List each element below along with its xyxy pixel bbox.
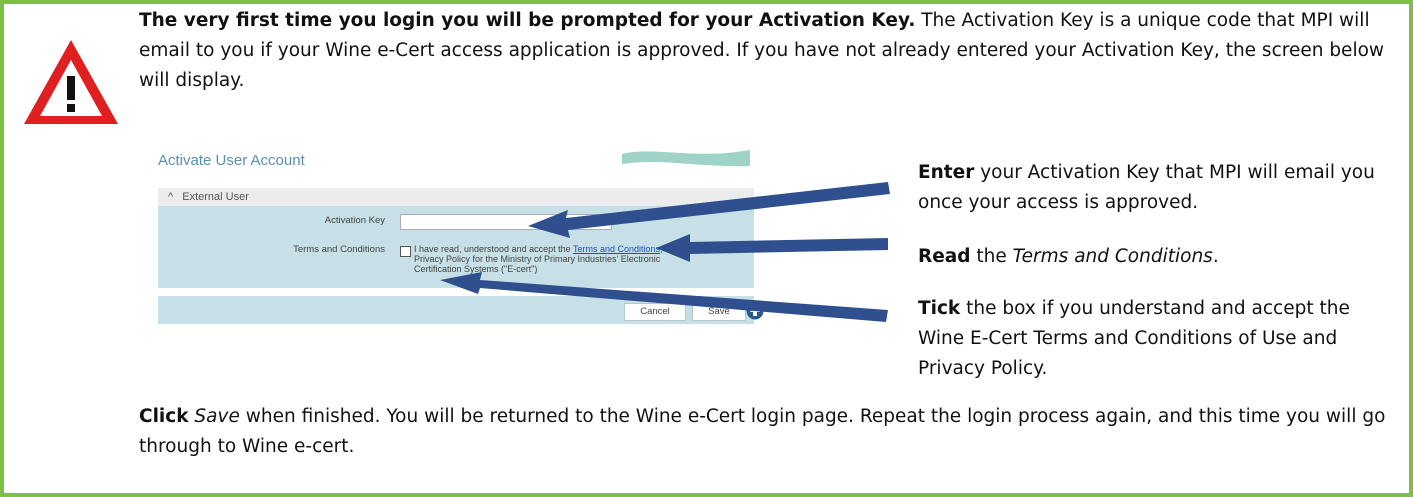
terms-text-before: I have read, understood and accept the (414, 244, 573, 254)
note-tick-bold: Tick (918, 298, 961, 319)
note-read-bold: Read (918, 246, 971, 267)
note-read: Read the Terms and Conditions. (918, 242, 1388, 272)
outro-italic: Save (194, 406, 240, 427)
activate-account-screenshot: Activate User Account ^ External User Ac… (146, 146, 764, 336)
note-enter-bold: Enter (918, 162, 975, 183)
intro-paragraph: The very first time you login you will b… (139, 6, 1394, 96)
screenshot-title: Activate User Account (158, 152, 305, 169)
chevron-up-icon: ^ (168, 191, 174, 203)
form-panel: Activation Key * Terms and Conditions I … (158, 206, 754, 288)
activation-key-label: Activation Key (324, 215, 385, 226)
cancel-button[interactable]: Cancel (624, 303, 686, 321)
note-tick-text: the box if you understand and accept the… (918, 298, 1350, 379)
section-header-external-user[interactable]: ^ External User (158, 188, 754, 206)
outro-paragraph: Click Save when finished. You will be re… (139, 402, 1394, 462)
note-read-text-after: . (1212, 246, 1219, 267)
header-banner-graphic (622, 150, 750, 167)
note-enter: Enter your Activation Key that MPI will … (918, 158, 1388, 218)
note-enter-text: your Activation Key that MPI will email … (918, 162, 1375, 213)
intro-bold: The very first time you login you will b… (139, 10, 916, 31)
terms-text: I have read, understood and accept the T… (414, 244, 694, 274)
note-read-italic: Terms and Conditions (1012, 246, 1213, 267)
note-tick: Tick the box if you understand and accep… (918, 294, 1388, 384)
save-button[interactable]: Save (692, 303, 746, 321)
terms-label: Terms and Conditions (293, 244, 385, 255)
outro-bold: Click (139, 406, 189, 427)
required-mark: * (620, 213, 624, 224)
terms-checkbox[interactable] (400, 246, 411, 257)
form-footer: Cancel Save (158, 296, 764, 324)
warning-triangle-icon (24, 40, 118, 124)
section-title: External User (182, 191, 249, 203)
scroll-up-icon[interactable] (746, 302, 764, 320)
note-read-text-before: the (970, 246, 1013, 267)
terms-link[interactable]: Terms and Conditions (573, 244, 660, 254)
activation-key-input[interactable] (400, 214, 612, 230)
outro-text: when finished. You will be returned to t… (139, 406, 1386, 457)
